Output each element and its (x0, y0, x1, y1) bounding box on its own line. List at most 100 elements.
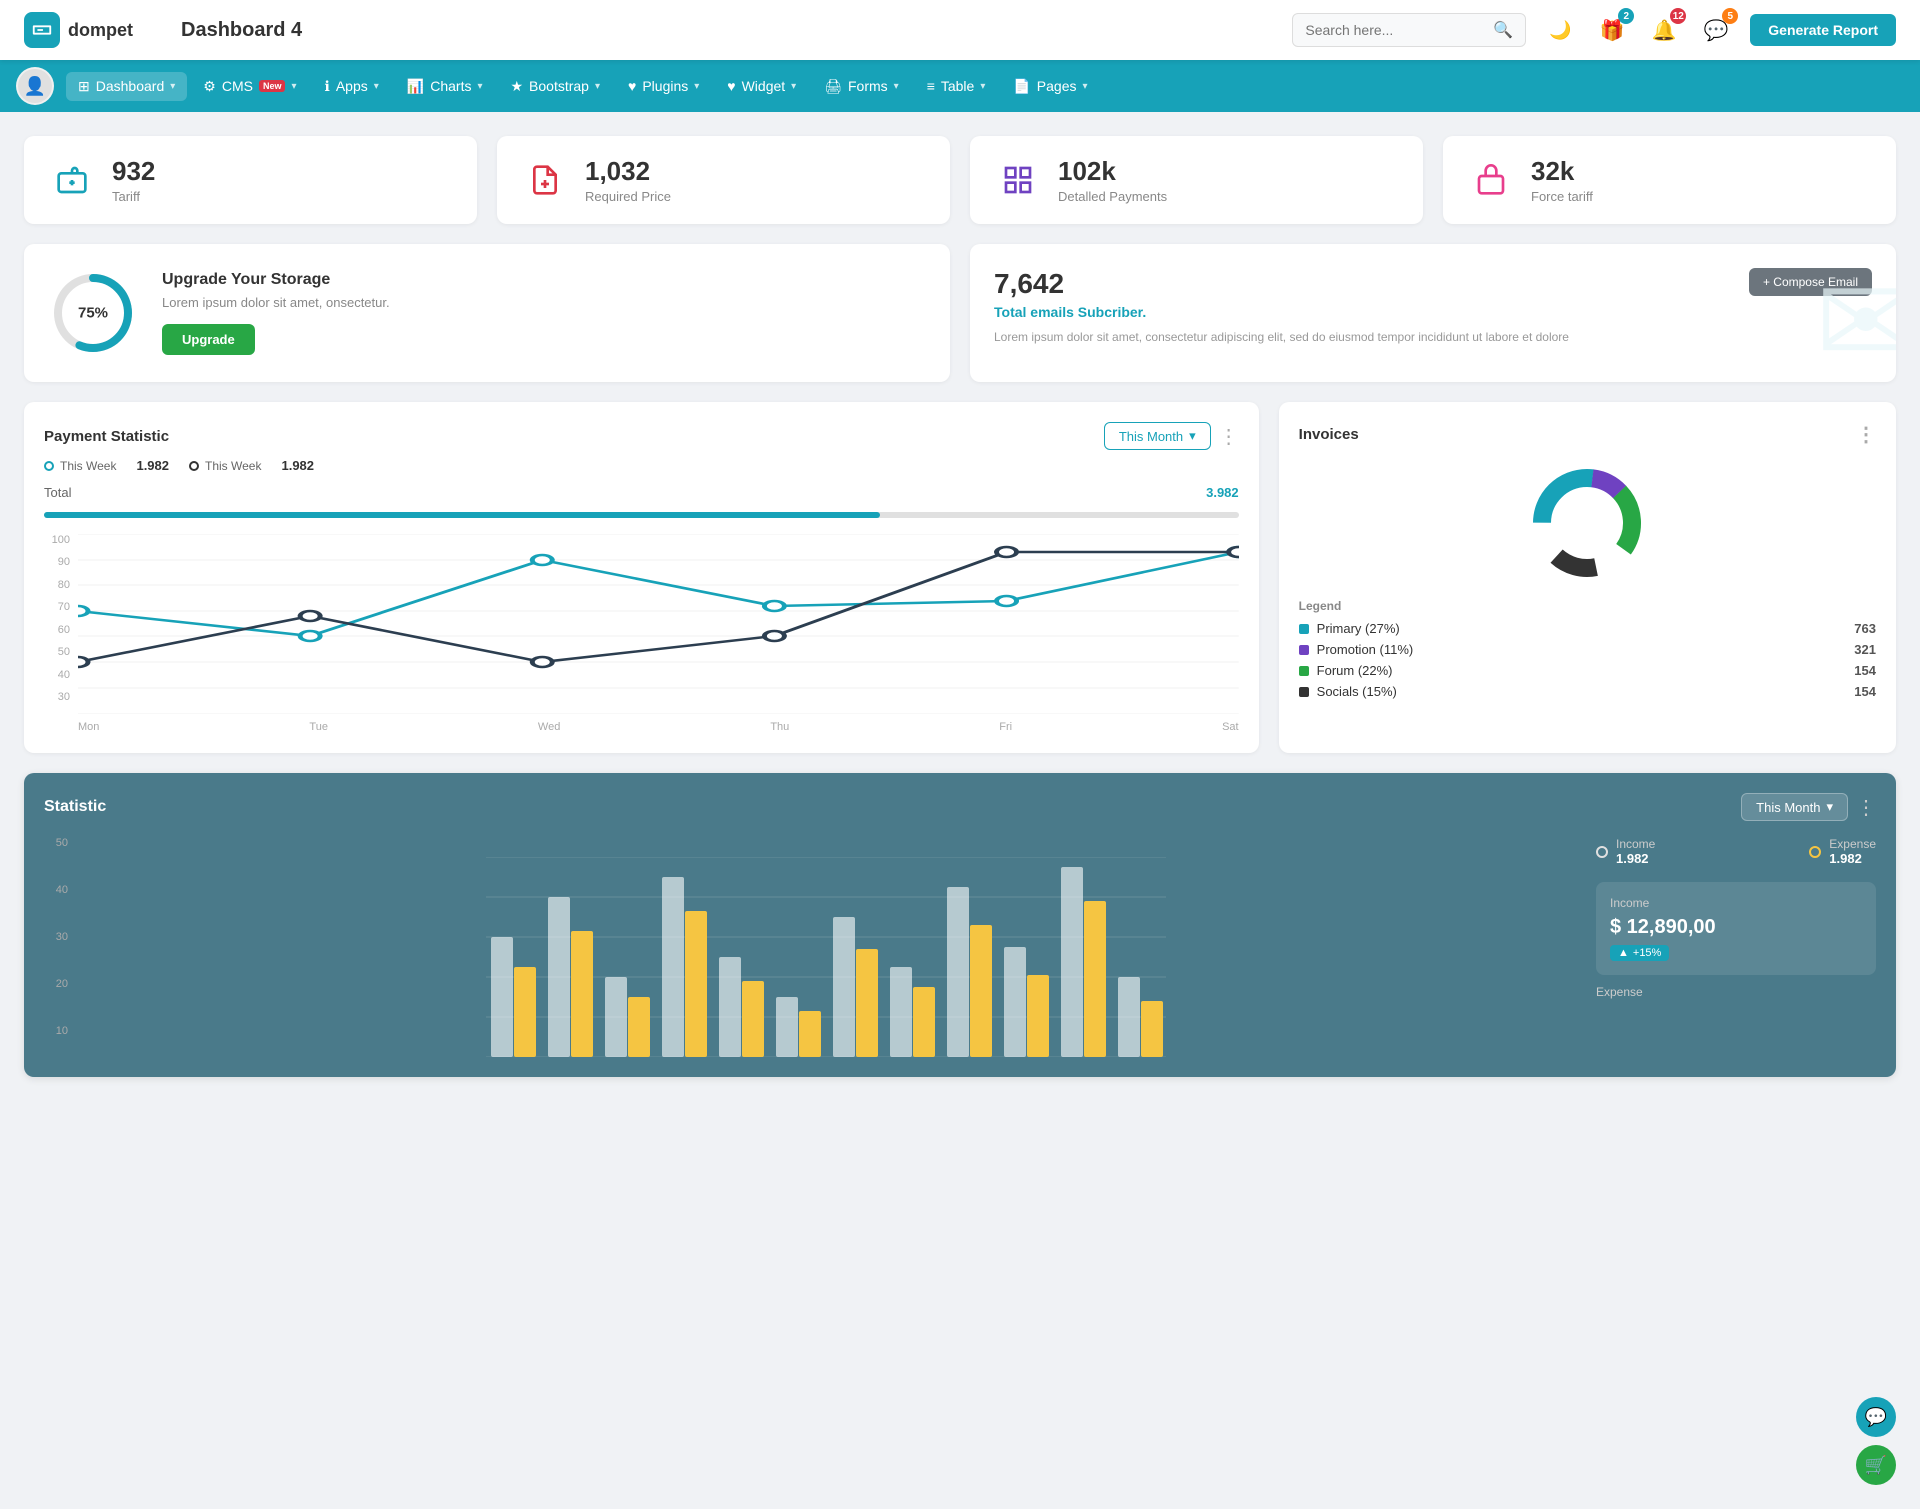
storage-card-inner: 75% Upgrade Your Storage Lorem ipsum dol… (48, 268, 926, 358)
plugins-icon: ♥ (628, 78, 636, 94)
upgrade-button[interactable]: Upgrade (162, 324, 255, 355)
more-options-icon[interactable]: ⋮ (1219, 424, 1239, 449)
logo-icon (24, 12, 60, 48)
chart-header: Payment Statistic This Month ▾ ⋮ (44, 422, 1239, 450)
logo: dompet (24, 12, 133, 48)
nav-item-forms[interactable]: 🖨 Forms ▾ (812, 72, 910, 101)
chevron-down-icon: ▾ (291, 81, 296, 92)
email-label: Total emails Subcriber. (994, 304, 1569, 320)
primary-count: 763 (1854, 621, 1876, 636)
gift-badge: 2 (1618, 8, 1634, 24)
chevron-down-icon: ▾ (1189, 428, 1196, 444)
income-badge: ▲ +15% (1610, 945, 1669, 961)
force-tariff-icon (1467, 156, 1515, 204)
nav-item-charts[interactable]: 📊 Charts ▾ (395, 72, 495, 101)
stat-card-tariff: 932 Tariff (24, 136, 477, 224)
required-price-value: 1,032 (585, 156, 671, 187)
force-tariff-label: Force tariff (1531, 189, 1593, 204)
progress-bar (44, 512, 1239, 518)
avatar: 👤 (16, 67, 54, 105)
chevron-down-icon: ▾ (980, 81, 985, 92)
generate-report-button[interactable]: Generate Report (1750, 14, 1896, 46)
chevron-down-icon: ▾ (374, 81, 379, 92)
gift-icon[interactable]: 🎁 2 (1594, 12, 1630, 48)
legend-item-2: This Week (189, 458, 261, 473)
payments-label: Detalled Payments (1058, 189, 1167, 204)
income-expense-panel: Income 1.982 Expense 1.982 Income $ (1596, 837, 1876, 1057)
income-box-label: Income (1610, 896, 1862, 910)
chart-title: Payment Statistic (44, 428, 169, 445)
tariff-info: 932 Tariff (112, 156, 155, 204)
notification-icon[interactable]: 🔔 12 (1646, 12, 1682, 48)
ie-row: Income 1.982 Expense 1.982 (1596, 837, 1876, 866)
logo-text: dompet (68, 20, 133, 41)
statistic-title: Statistic (44, 798, 106, 816)
nav-item-dashboard[interactable]: ⊞ Dashboard ▾ (66, 72, 187, 101)
socials-label: Socials (15%) (1317, 684, 1397, 699)
donut-chart (1527, 463, 1647, 583)
payments-info: 102k Detalled Payments (1058, 156, 1167, 204)
cart-fab[interactable]: 🛒 (1856, 1445, 1896, 1485)
x-axis-labels: MonTueWedThuFriSat (78, 721, 1239, 733)
bootstrap-icon: ★ (510, 78, 523, 95)
statistic-layout: 5040302010 (44, 837, 1876, 1057)
nav-item-apps[interactable]: ℹ Apps ▾ (313, 72, 391, 101)
search-box[interactable]: 🔍 (1292, 13, 1526, 47)
page-title: Dashboard 4 (181, 19, 302, 42)
table-icon: ≡ (927, 78, 935, 94)
nav-item-bootstrap[interactable]: ★ Bootstrap ▾ (498, 72, 612, 101)
chart-row: Payment Statistic This Month ▾ ⋮ This We… (24, 402, 1896, 753)
support-fab[interactable]: 💬 (1856, 1397, 1896, 1437)
income-item: Income 1.982 (1596, 837, 1655, 866)
chevron-down-icon: ▾ (1826, 799, 1833, 815)
statistic-header: Statistic This Month ▾ ⋮ (44, 793, 1876, 821)
navbar: 👤 ⊞ Dashboard ▾ ⚙ CMS New ▾ ℹ Apps ▾ 📊 C… (0, 60, 1920, 112)
legend-row: This Week 1.982 This Week 1.982 (44, 458, 1239, 473)
income-box-value: $ 12,890,00 (1610, 916, 1862, 939)
floating-buttons: 💬 🛒 (1856, 1397, 1896, 1485)
required-price-icon (521, 156, 569, 204)
required-price-info: 1,032 Required Price (585, 156, 671, 204)
statistic-month-button[interactable]: This Month ▾ (1741, 793, 1848, 821)
statistic-more-options[interactable]: ⋮ (1856, 795, 1876, 820)
stats-row: 932 Tariff 1,032 Required Price 102k Det… (24, 136, 1896, 224)
dashboard-icon: ⊞ (78, 78, 90, 95)
nav-item-plugins[interactable]: ♥ Plugins ▾ (616, 72, 711, 100)
income-value: 1.982 (1616, 851, 1655, 866)
email-card-header: 7,642 Total emails Subcriber. Lorem ipsu… (994, 268, 1872, 346)
search-icon: 🔍 (1493, 20, 1513, 40)
total-label: Total (44, 485, 71, 500)
charts-icon: 📊 (407, 78, 424, 95)
tariff-value: 932 (112, 156, 155, 187)
nav-item-table[interactable]: ≡ Table ▾ (915, 72, 998, 100)
header: dompet Dashboard 4 🔍 🌙 🎁 2 🔔 12 💬 5 Gene… (0, 0, 1920, 60)
theme-toggle[interactable]: 🌙 (1542, 12, 1578, 48)
chart-controls: This Month ▾ ⋮ (1104, 422, 1239, 450)
circular-progress: 75% (48, 268, 138, 358)
nav-item-pages[interactable]: 📄 Pages ▾ (1001, 72, 1099, 101)
chat-icon[interactable]: 💬 5 (1698, 12, 1734, 48)
this-month-button[interactable]: This Month ▾ (1104, 422, 1211, 450)
legend-dot-1 (44, 461, 54, 471)
primary-color (1299, 624, 1309, 634)
apps-icon: ℹ (325, 78, 330, 95)
socials-color (1299, 687, 1309, 697)
force-tariff-info: 32k Force tariff (1531, 156, 1593, 204)
stat-controls: This Month ▾ ⋮ (1741, 793, 1876, 821)
chevron-down-icon: ▾ (595, 81, 600, 92)
forum-color (1299, 666, 1309, 676)
legend-value-2: 1.982 (281, 458, 314, 473)
search-input[interactable] (1305, 22, 1485, 38)
expense-item: Expense 1.982 (1809, 837, 1876, 866)
primary-label: Primary (27%) (1317, 621, 1400, 636)
invoices-more-options[interactable]: ⋮ (1856, 422, 1876, 447)
legend-primary: Primary (27%) 763 (1299, 621, 1876, 636)
legend-value-1: 1.982 (136, 458, 169, 473)
chat-badge: 5 (1722, 8, 1738, 24)
required-price-label: Required Price (585, 189, 671, 204)
email-card: 7,642 Total emails Subcriber. Lorem ipsu… (970, 244, 1896, 382)
nav-item-widget[interactable]: ♥ Widget ▾ (715, 72, 808, 100)
chart-area: 10090807060504030 (44, 534, 1239, 733)
payment-total: Total 3.982 (44, 485, 1239, 500)
nav-item-cms[interactable]: ⚙ CMS New ▾ (191, 72, 308, 101)
